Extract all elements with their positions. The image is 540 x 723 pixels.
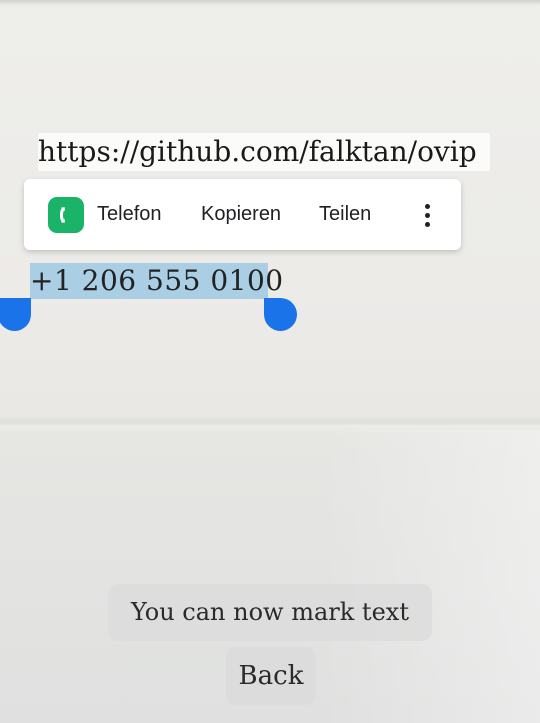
- top-edge-shade: [0, 0, 540, 6]
- selection-end-handle[interactable]: [264, 298, 297, 331]
- back-button[interactable]: Back: [226, 647, 316, 705]
- paper-shadow: [320, 430, 540, 723]
- more-dot: [424, 212, 430, 218]
- copy-action[interactable]: Kopieren: [201, 179, 281, 250]
- recognized-phone-number[interactable]: +1 206 555 0100: [30, 261, 284, 301]
- more-vert-icon[interactable]: [413, 199, 441, 231]
- more-dot: [424, 221, 430, 227]
- share-action[interactable]: Teilen: [319, 179, 371, 250]
- call-phone-action[interactable]: Telefon: [97, 179, 162, 250]
- more-dot: [424, 203, 430, 209]
- recognized-url-text[interactable]: https://github.com/falktan/ovip: [38, 133, 477, 171]
- phone-app-icon[interactable]: [48, 197, 84, 233]
- text-selection-toolbar: Telefon Kopieren Teilen: [24, 179, 461, 250]
- phone-handset-icon: [60, 207, 65, 223]
- mark-text-toast: You can now mark text: [108, 584, 432, 641]
